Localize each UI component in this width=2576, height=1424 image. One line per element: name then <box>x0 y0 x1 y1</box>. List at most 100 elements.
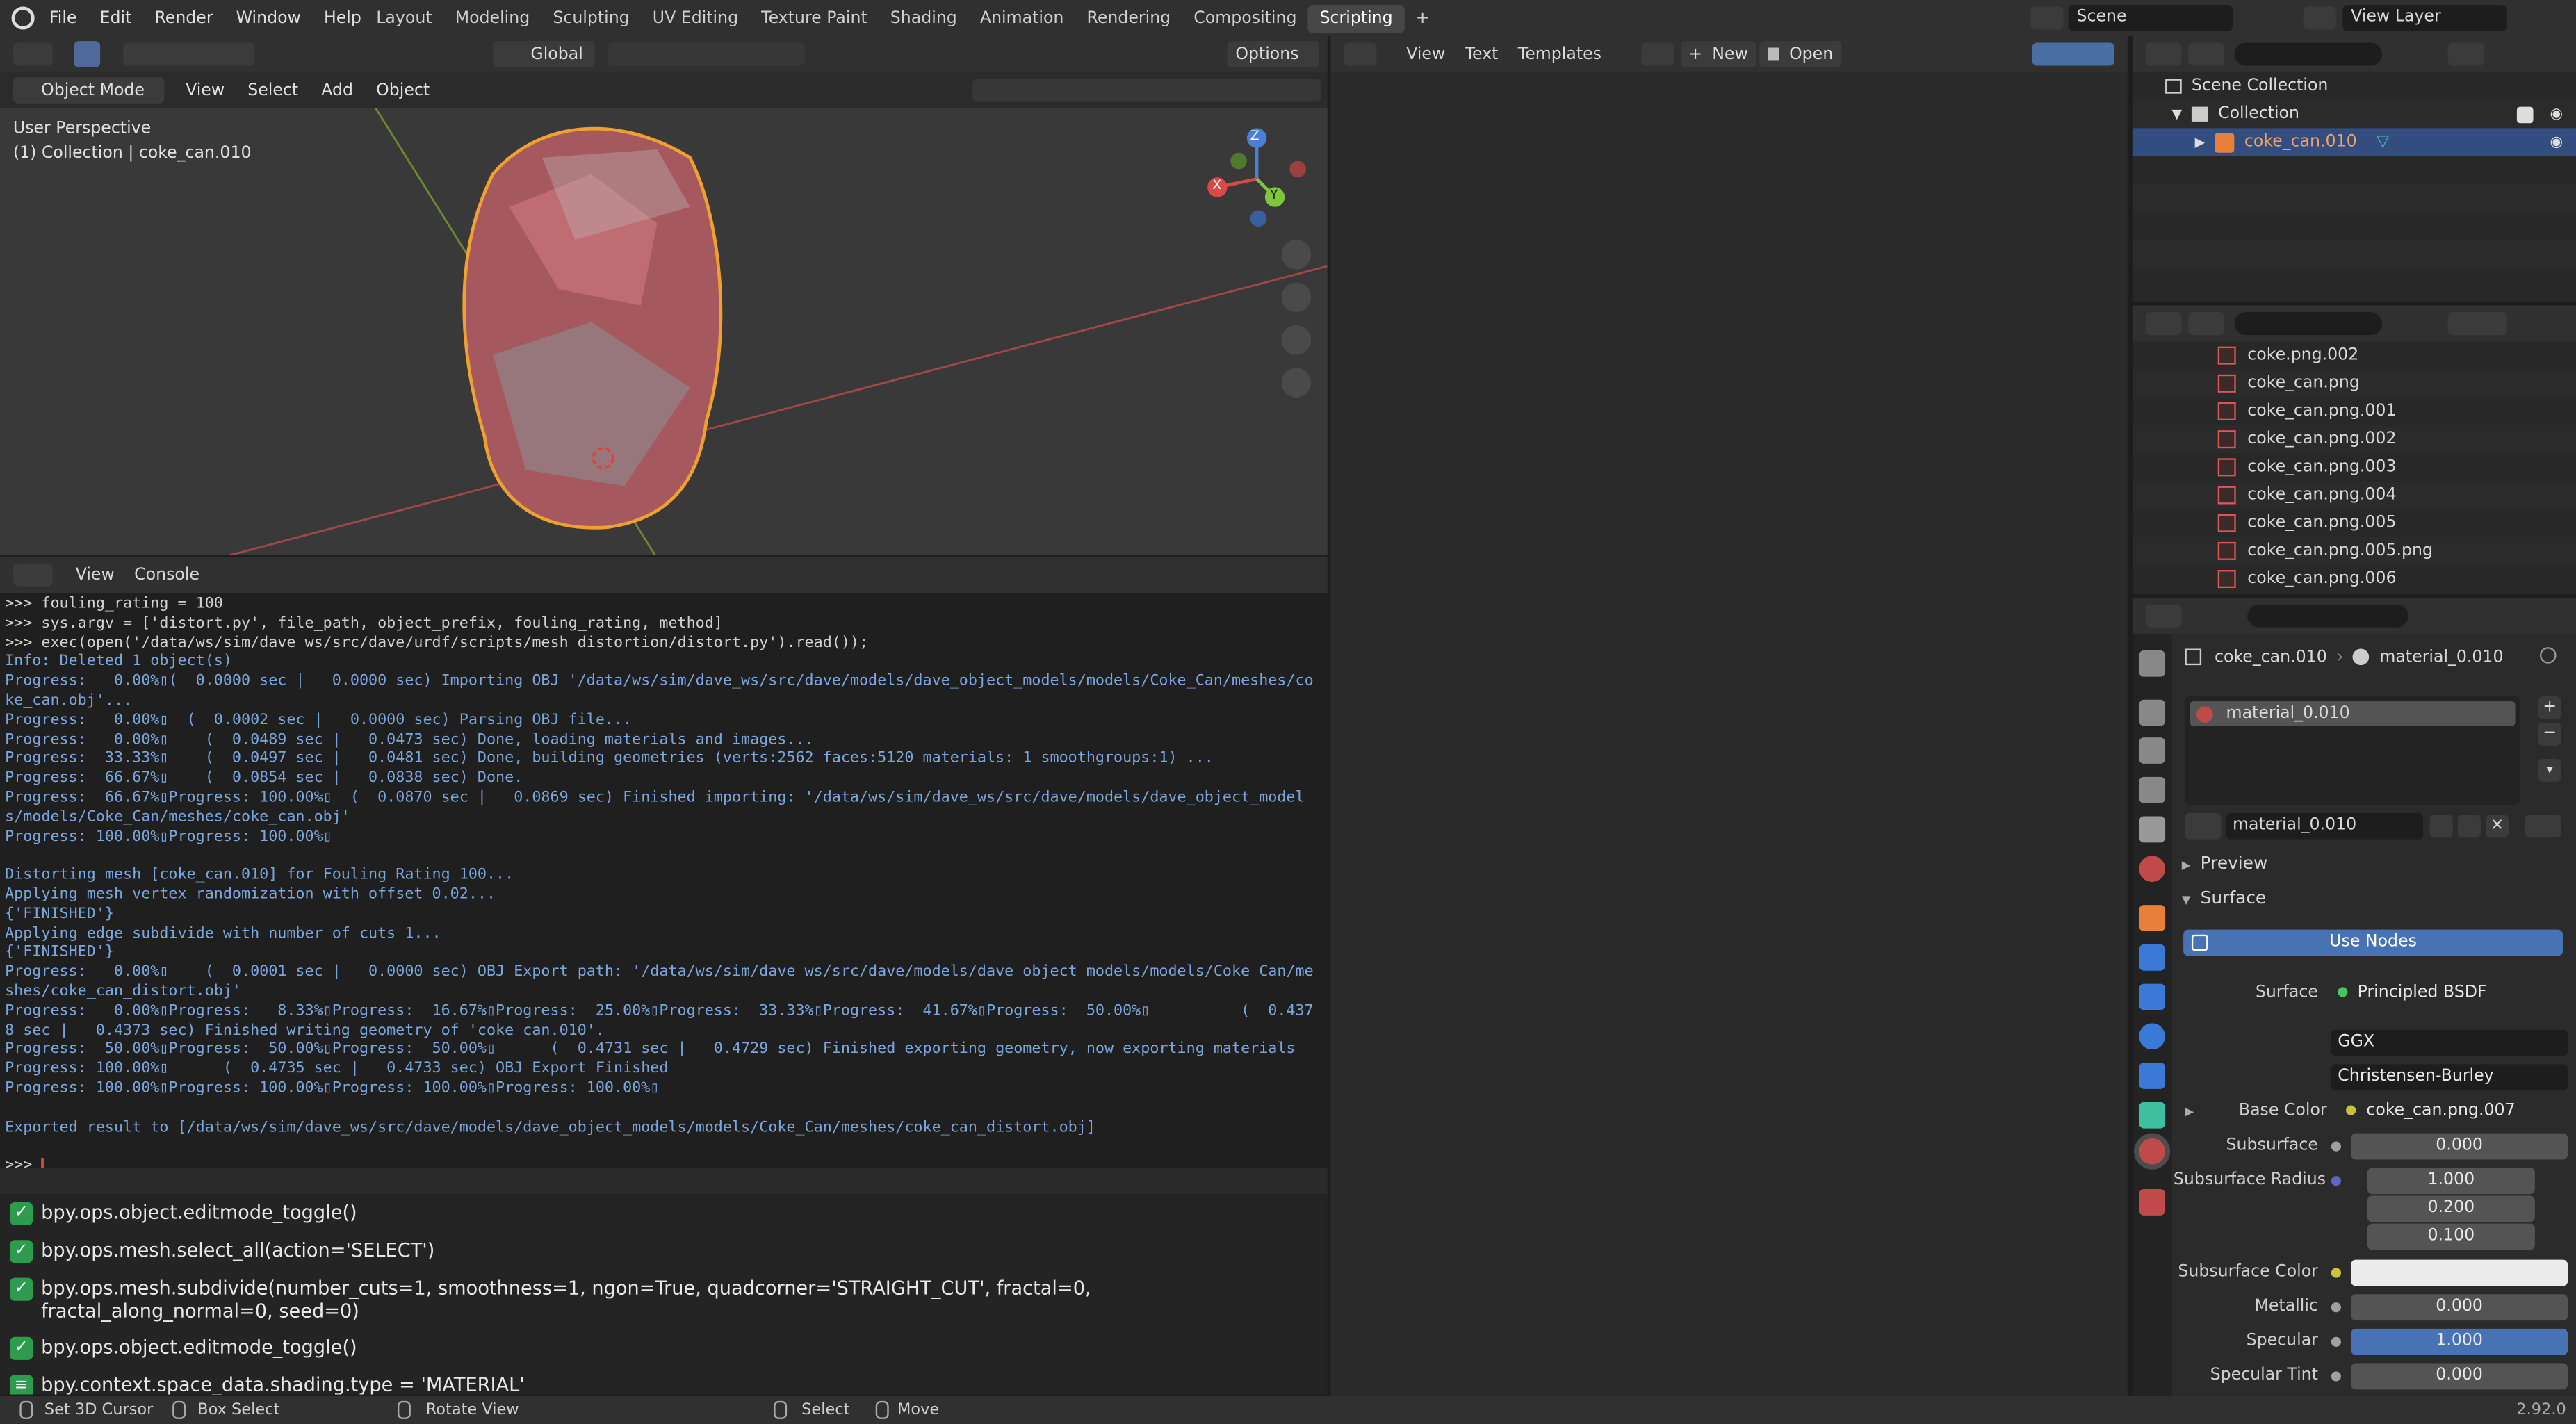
sss-method-dropdown[interactable]: Christensen-Burley <box>2331 1063 2568 1090</box>
image-filter-icon[interactable] <box>2447 312 2507 336</box>
menu-render[interactable]: Render <box>143 9 225 27</box>
text-menu-text[interactable]: Text <box>1455 45 1508 63</box>
image-item[interactable]: coke_can.png.006 <box>2132 564 2576 594</box>
text-editor-icon[interactable] <box>1344 42 1377 66</box>
blender-logo-icon[interactable] <box>11 6 35 30</box>
info-report[interactable]: ≡ bpy.context.space_data.shading.type = '… <box>0 1366 1328 1395</box>
info-report[interactable]: ✓ bpy.ops.mesh.select_all(action='SELECT'… <box>0 1231 1328 1269</box>
info-report[interactable]: ✓ bpy.ops.object.editmode_toggle() <box>0 1194 1328 1231</box>
editor-type-icon[interactable] <box>13 42 53 66</box>
view-layer-icon[interactable] <box>2303 6 2336 30</box>
transform-orientation-dropdown[interactable]: Global <box>493 41 595 67</box>
text-menu-templates[interactable]: Templates <box>1508 45 1612 63</box>
text-menu-view[interactable]: View <box>1396 45 1455 63</box>
image-search-input[interactable] <box>2234 312 2383 336</box>
scene-tab-icon[interactable] <box>2139 816 2166 843</box>
console-editor-icon[interactable] <box>13 563 53 587</box>
new-text-button[interactable]: + New <box>1680 41 1756 67</box>
menu-window[interactable]: Window <box>225 9 312 27</box>
object-tab-icon[interactable] <box>2139 905 2166 931</box>
unlink-icon[interactable]: × <box>2485 815 2509 838</box>
filter-icon[interactable] <box>2447 42 2484 66</box>
overlay-shading-buttons[interactable] <box>972 79 1321 102</box>
render-tab-icon[interactable] <box>2139 699 2166 726</box>
console-menu-view[interactable]: View <box>66 566 124 584</box>
subsurface-radius-x[interactable]: 1.000 <box>2367 1168 2535 1195</box>
subsurface-radius-z[interactable]: 0.100 <box>2367 1223 2535 1250</box>
image-list-mode-icon[interactable] <box>2188 312 2225 336</box>
fake-user-icon[interactable] <box>2429 815 2453 838</box>
material-tab-icon[interactable] <box>2139 1138 2166 1165</box>
workspace-tab-uv-editing[interactable]: UV Editing <box>641 4 749 32</box>
output-tab-icon[interactable] <box>2139 737 2166 764</box>
node-tree-icon[interactable] <box>2525 815 2561 838</box>
chevron-right-icon[interactable]: ▶ <box>2195 135 2206 149</box>
particles-tab-icon[interactable] <box>2139 983 2166 1010</box>
workspace-tab-modeling[interactable]: Modeling <box>443 4 541 32</box>
outliner-search-input[interactable] <box>2234 42 2383 66</box>
material-name-field[interactable]: material_0.010 <box>2226 812 2424 840</box>
material-browse-icon[interactable] <box>2185 812 2222 840</box>
modifier-tab-icon[interactable] <box>2139 944 2166 971</box>
outliner-editor-icon[interactable] <box>2145 42 2182 66</box>
navigation-gizmo[interactable]: Z X Y <box>1199 122 1314 236</box>
menu-edit[interactable]: Edit <box>88 9 143 27</box>
options-dropdown[interactable]: Options <box>1227 41 1319 67</box>
distribution-dropdown[interactable]: GGX <box>2331 1029 2568 1056</box>
use-nodes-button[interactable]: Use Nodes <box>2183 929 2563 956</box>
outliner-object-row[interactable]: ▶ coke_can.010 ▽ ◉ <box>2132 128 2576 156</box>
properties-search-input[interactable] <box>2247 604 2408 628</box>
snap-icons[interactable] <box>608 42 806 66</box>
image-list-editor-icon[interactable] <box>2145 312 2182 336</box>
scene-field[interactable]: Scene <box>2068 5 2233 31</box>
workspace-tab-scripting[interactable]: Scripting <box>1308 3 1405 33</box>
scene-icon[interactable] <box>2030 6 2064 30</box>
info-report[interactable]: ✓ bpy.ops.mesh.subdivide(number_cuts=1, s… <box>0 1270 1328 1329</box>
remove-slot-button[interactable]: − <box>2538 722 2561 746</box>
viewport-menu-select[interactable]: Select <box>236 81 310 99</box>
preview-panel-header[interactable]: ▶ Preview <box>2182 854 2268 874</box>
python-console[interactable]: >>> fouling_rating = 100 >>> sys.argv = [… <box>0 593 1328 1168</box>
image-item[interactable]: coke_can.png.002 <box>2132 425 2576 454</box>
object-mode-dropdown[interactable]: Object Mode <box>13 77 165 104</box>
text-editor-area[interactable] <box>1330 72 2128 1396</box>
viewport-menu-object[interactable]: Object <box>365 81 441 99</box>
surface-panel-header[interactable]: ▼ Surface <box>2182 889 2266 908</box>
viewport-menu-add[interactable]: Add <box>310 81 365 99</box>
image-item[interactable]: coke_can.png <box>2132 369 2576 398</box>
info-report[interactable]: ✓ bpy.ops.object.editmode_toggle() <box>0 1329 1328 1366</box>
base-color-field[interactable]: coke_can.png.007 <box>2340 1097 2568 1124</box>
view-layer-tab-icon[interactable] <box>2139 776 2166 803</box>
workspace-tab-layout[interactable]: Layout <box>365 4 443 32</box>
grid-perspective-icon[interactable] <box>1281 368 1312 398</box>
image-item[interactable]: coke_can.png.005 <box>2132 509 2576 537</box>
workspace-tab-animation[interactable]: Animation <box>968 4 1075 32</box>
material-slot-list[interactable]: material_0.010 <box>2185 696 2520 805</box>
specular-tint-field[interactable]: 0.000 <box>2351 1362 2568 1389</box>
menu-help[interactable]: Help <box>312 9 373 27</box>
constraints-tab-icon[interactable] <box>2139 1063 2166 1089</box>
text-browse-icon[interactable] <box>1640 42 1674 66</box>
image-item[interactable]: coke_can.png.001 <box>2132 397 2576 426</box>
surface-shader-field[interactable]: Principled BSDF <box>2331 979 2568 1006</box>
workspace-tab-sculpting[interactable]: Sculpting <box>541 4 641 32</box>
chevron-right-icon[interactable]: ▶ <box>2185 1104 2194 1118</box>
outliner-collection[interactable]: ▼ Collection ◉ <box>2132 100 2576 129</box>
viewport-canvas[interactable]: User Perspective (1) Collection | coke_c… <box>0 108 1328 555</box>
outliner-scene-collection[interactable]: Scene Collection <box>2132 72 2576 101</box>
data-tab-icon[interactable] <box>2139 1102 2166 1129</box>
pan-hand-icon[interactable] <box>1281 282 1312 313</box>
properties-editor-icon[interactable] <box>2145 604 2182 628</box>
add-workspace-button[interactable]: + <box>1404 4 1441 32</box>
text-display-toggles[interactable] <box>2032 42 2114 66</box>
material-slot-row[interactable]: material_0.010 <box>2190 701 2516 726</box>
add-slot-button[interactable]: + <box>2538 696 2561 720</box>
subsurface-field[interactable]: 0.000 <box>2351 1132 2568 1159</box>
subsurface-color-swatch[interactable] <box>2351 1259 2568 1286</box>
metallic-field[interactable]: 0.000 <box>2351 1293 2568 1320</box>
camera-icon[interactable] <box>1281 325 1312 355</box>
slot-specials-button[interactable]: ▾ <box>2538 758 2561 782</box>
zoom-icon[interactable] <box>1281 240 1312 270</box>
chevron-down-icon[interactable]: ▼ <box>2172 107 2183 122</box>
info-log[interactable]: ✓ bpy.ops.object.editmode_toggle() ✓ bpy.op… <box>0 1194 1328 1395</box>
